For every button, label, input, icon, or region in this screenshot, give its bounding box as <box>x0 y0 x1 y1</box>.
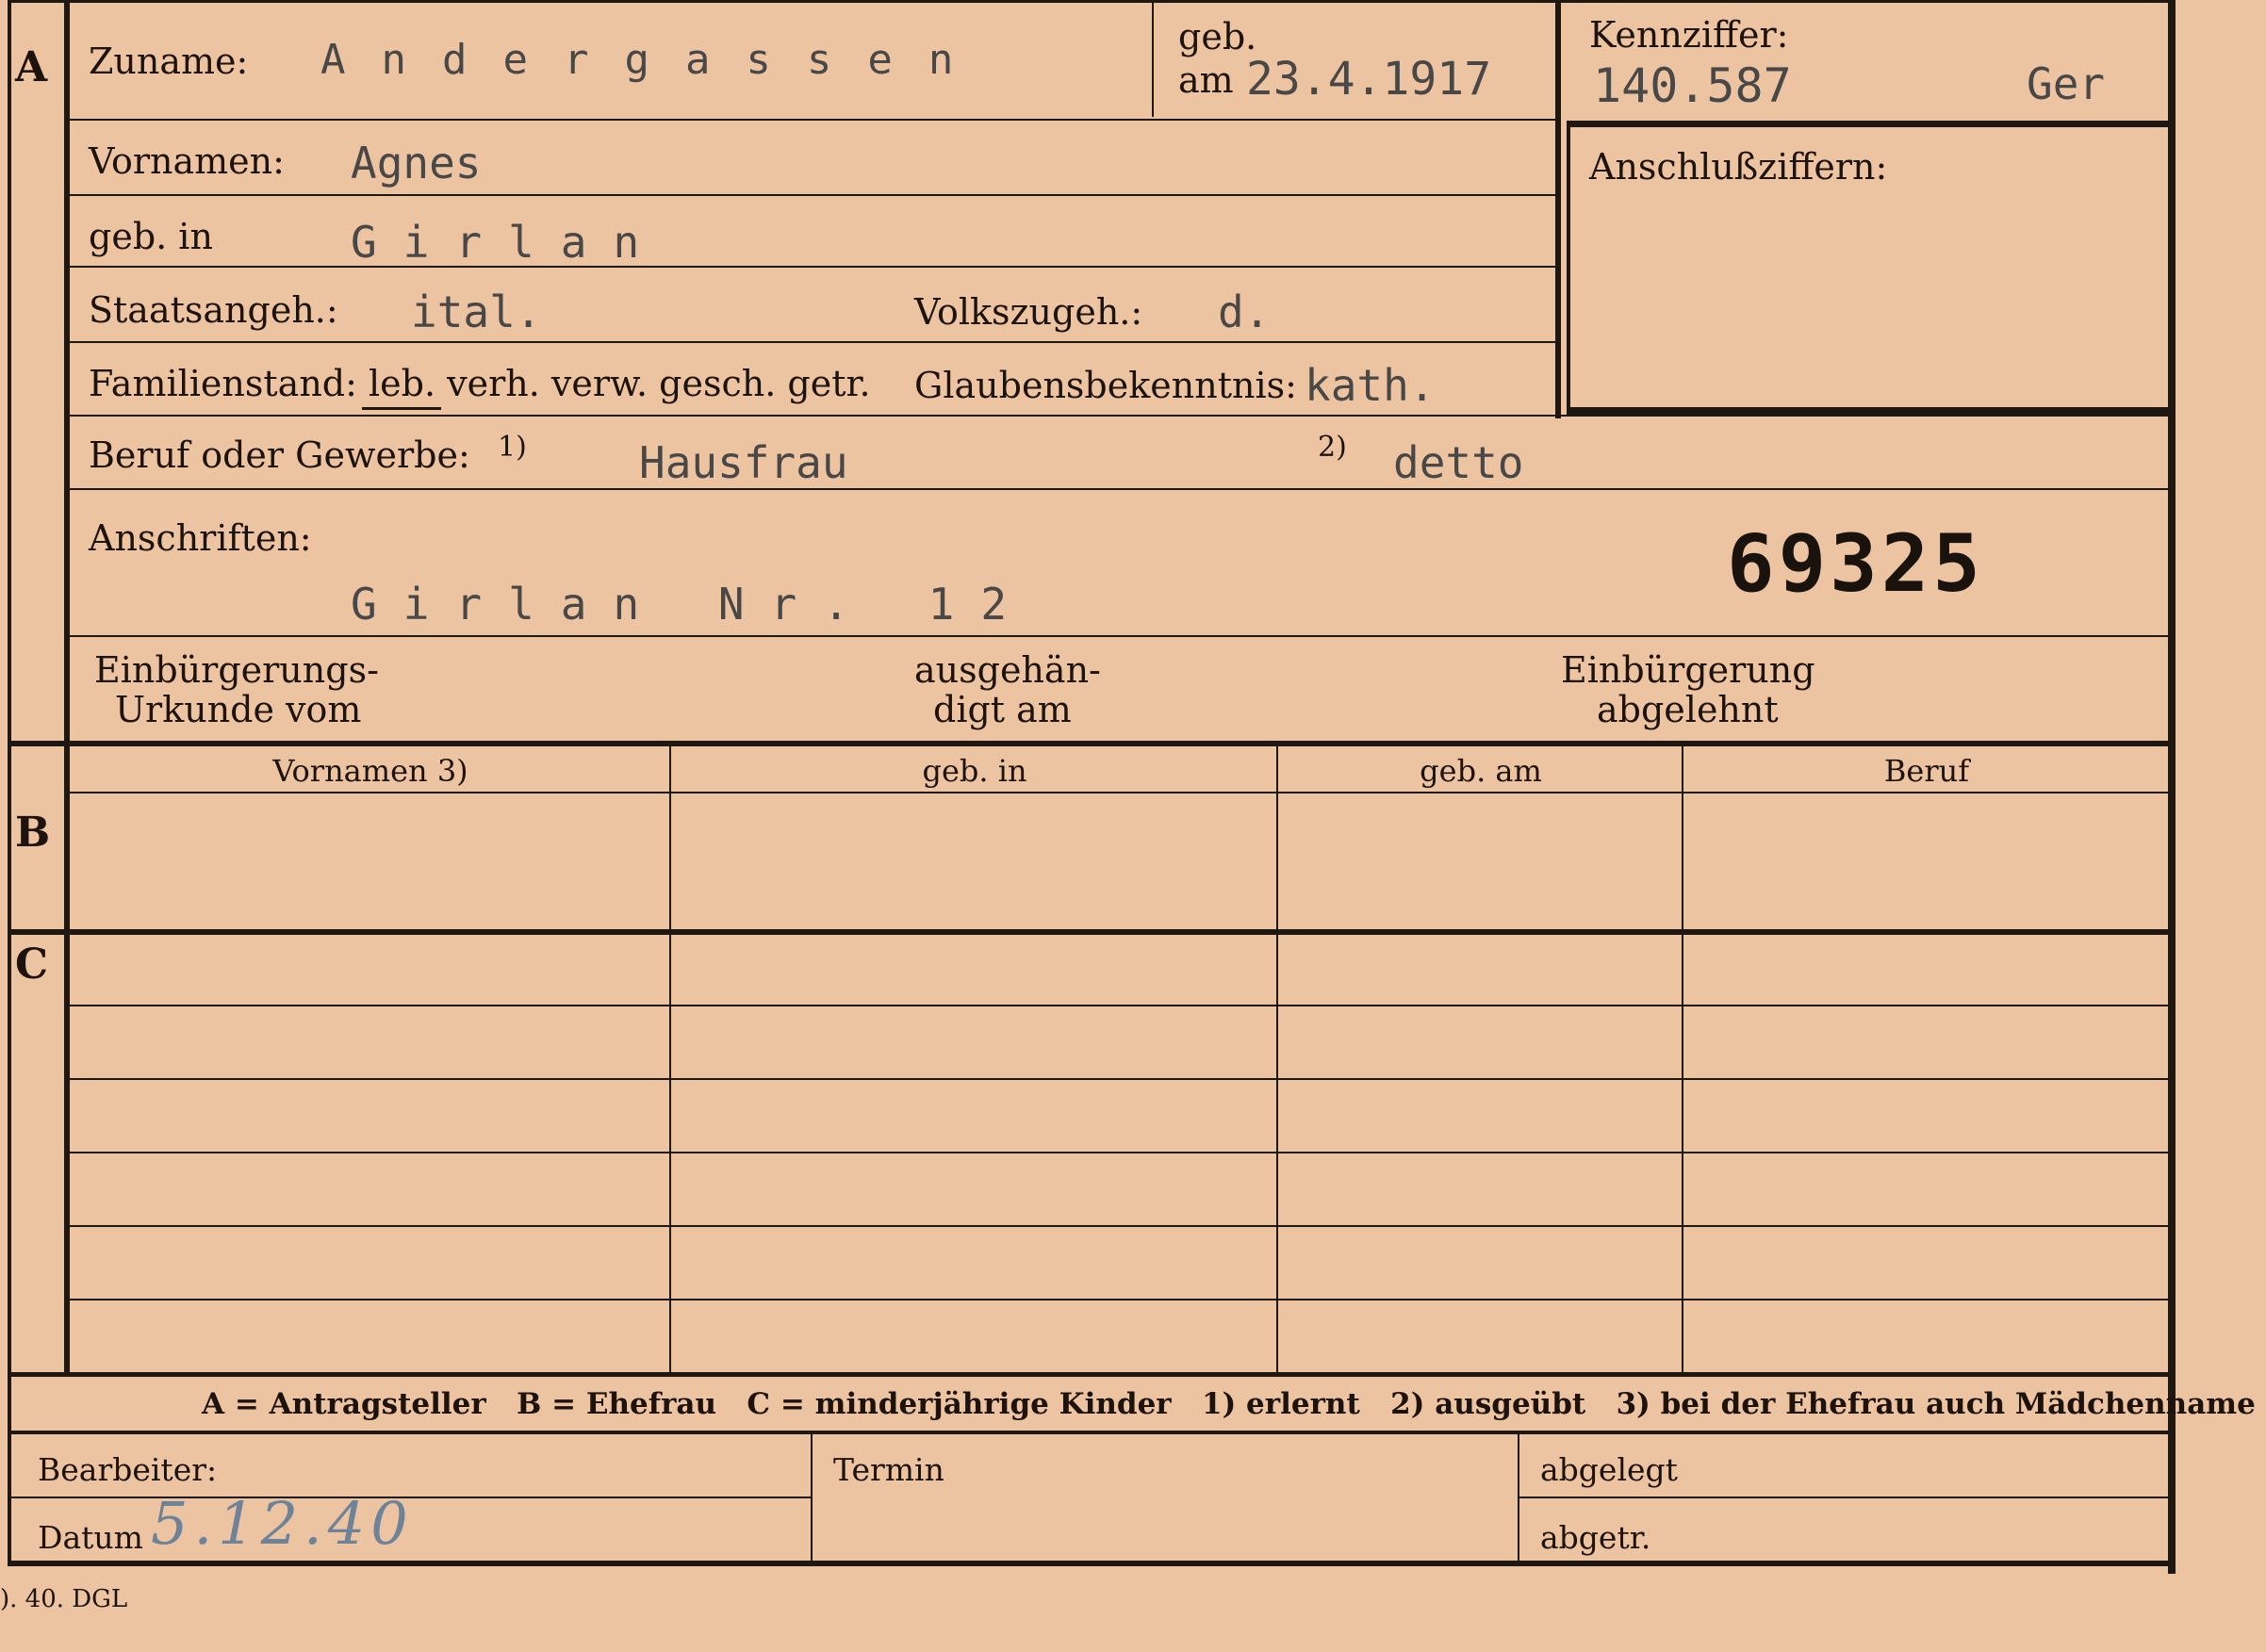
date-value: 5.12.40 <box>151 1489 414 1558</box>
col-header-birthdate: geb. am <box>1420 753 1542 789</box>
col-divider-1 <box>669 744 671 1374</box>
id-box-separator <box>1567 121 2170 127</box>
rejected-label-2: abgelehnt <box>1597 689 1779 730</box>
legend: A = Antragsteller B = Ehefrau C = minder… <box>202 1387 2256 1421</box>
c-row-line-1 <box>70 1005 2172 1006</box>
religion-label: Glaubensbekenntnis: <box>914 365 1297 406</box>
ethnicity-value: d. <box>1218 286 1271 337</box>
footer-right-line <box>1519 1497 2172 1498</box>
processor-label: Bearbeiter: <box>38 1451 218 1488</box>
surname-divider <box>1152 0 1154 117</box>
section-b-marker: B <box>15 809 51 857</box>
c-row-line-5 <box>70 1299 2172 1300</box>
occupation-label: Beruf oder Gewerbe: <box>89 434 470 476</box>
id-box-left-bottom <box>1567 121 1570 413</box>
footer-divider-2 <box>1518 1432 1519 1564</box>
legend-top-line <box>8 1372 2172 1377</box>
firstname-label: Vornamen: <box>89 140 285 182</box>
frame-bottom <box>8 1561 2176 1566</box>
col-header-firstname: Vornamen 3) <box>272 753 468 789</box>
connection-label: Anschlußziffern: <box>1589 146 1888 188</box>
dob-label-1: geb. <box>1178 16 1257 57</box>
religion-value: kath. <box>1305 360 1436 411</box>
c-row-line-4 <box>70 1225 2172 1227</box>
print-code: ). 40. DGL <box>0 1585 128 1613</box>
stamp-number: 69325 <box>1727 517 1984 610</box>
frame-left-inner <box>64 0 70 1376</box>
row5-line <box>70 415 2172 417</box>
dob-label-2: am <box>1178 59 1234 101</box>
row3-line <box>70 266 1557 268</box>
frame-left-outer <box>8 0 11 1564</box>
row2-line <box>70 194 1557 196</box>
section-c-marker: C <box>15 940 49 989</box>
citizenship-label: Staatsangeh.: <box>89 289 338 331</box>
row6-line <box>70 488 2172 490</box>
id-value: 140.587 <box>1593 58 1792 113</box>
handed-label-1: ausgehän- <box>914 649 1101 691</box>
legend-bottom-line <box>8 1431 2172 1434</box>
row1-line <box>70 119 1557 121</box>
col-header-birthplace: geb. in <box>922 753 1027 789</box>
col-header-occupation: Beruf <box>1883 753 1970 789</box>
table-header-line <box>70 792 2172 793</box>
ethnicity-label: Volkszugeh.: <box>914 291 1143 333</box>
id-label: Kennziffer: <box>1589 14 1789 56</box>
section-b-top-line <box>8 741 2172 746</box>
citizenship-value: ital. <box>411 286 542 337</box>
frame-right <box>2168 0 2176 1574</box>
date-label: Datum <box>38 1519 143 1556</box>
naturalization-label-1: Einbürgerungs- <box>94 649 379 691</box>
row7-line <box>70 635 2172 637</box>
marital-label: Familienstand: leb. verh. verw. gesch. g… <box>89 363 871 404</box>
registration-card: A Zuname: Andergassen geb. am 23.4.1917 … <box>0 0 2266 1652</box>
occupation-value-1: Hausfrau <box>639 437 848 488</box>
occupation-note-2: 2) <box>1318 431 1347 464</box>
footer-divider-1 <box>811 1432 813 1564</box>
naturalization-label-2: Urkunde vom <box>115 689 362 730</box>
marital-underline <box>362 407 441 410</box>
birthplace-label: geb. in <box>89 216 213 257</box>
filed-label: abgelegt <box>1540 1451 1678 1488</box>
col-divider-3 <box>1682 744 1683 1374</box>
id-suffix: Ger <box>2027 58 2106 109</box>
c-row-line-2 <box>70 1078 2172 1080</box>
occupation-note-1: 1) <box>498 431 527 464</box>
address-value: Girlan Nr. 12 <box>351 579 1034 630</box>
firstname-value: Agnes <box>351 138 482 188</box>
rejected-label-1: Einbürgerung <box>1561 649 1815 691</box>
handed-label-2: digt am <box>933 689 1072 730</box>
section-c-top-line <box>8 929 2172 935</box>
frame-top <box>8 0 2176 3</box>
c-row-line-3 <box>70 1152 2172 1153</box>
section-a-marker: A <box>15 43 48 91</box>
surname-value: Andergassen <box>320 36 990 84</box>
deadline-label: Termin <box>833 1451 944 1488</box>
row4-line <box>70 341 1557 343</box>
dob-value: 23.4.1917 <box>1246 53 1492 106</box>
occupation-value-2: detto <box>1393 437 1524 488</box>
col-divider-2 <box>1276 744 1278 1374</box>
removed-label: abgetr. <box>1540 1519 1651 1556</box>
id-box-left <box>1555 0 1561 418</box>
birthplace-value: Girlan <box>351 217 666 268</box>
address-label: Anschriften: <box>89 517 312 559</box>
surname-label: Zuname: <box>89 41 249 82</box>
